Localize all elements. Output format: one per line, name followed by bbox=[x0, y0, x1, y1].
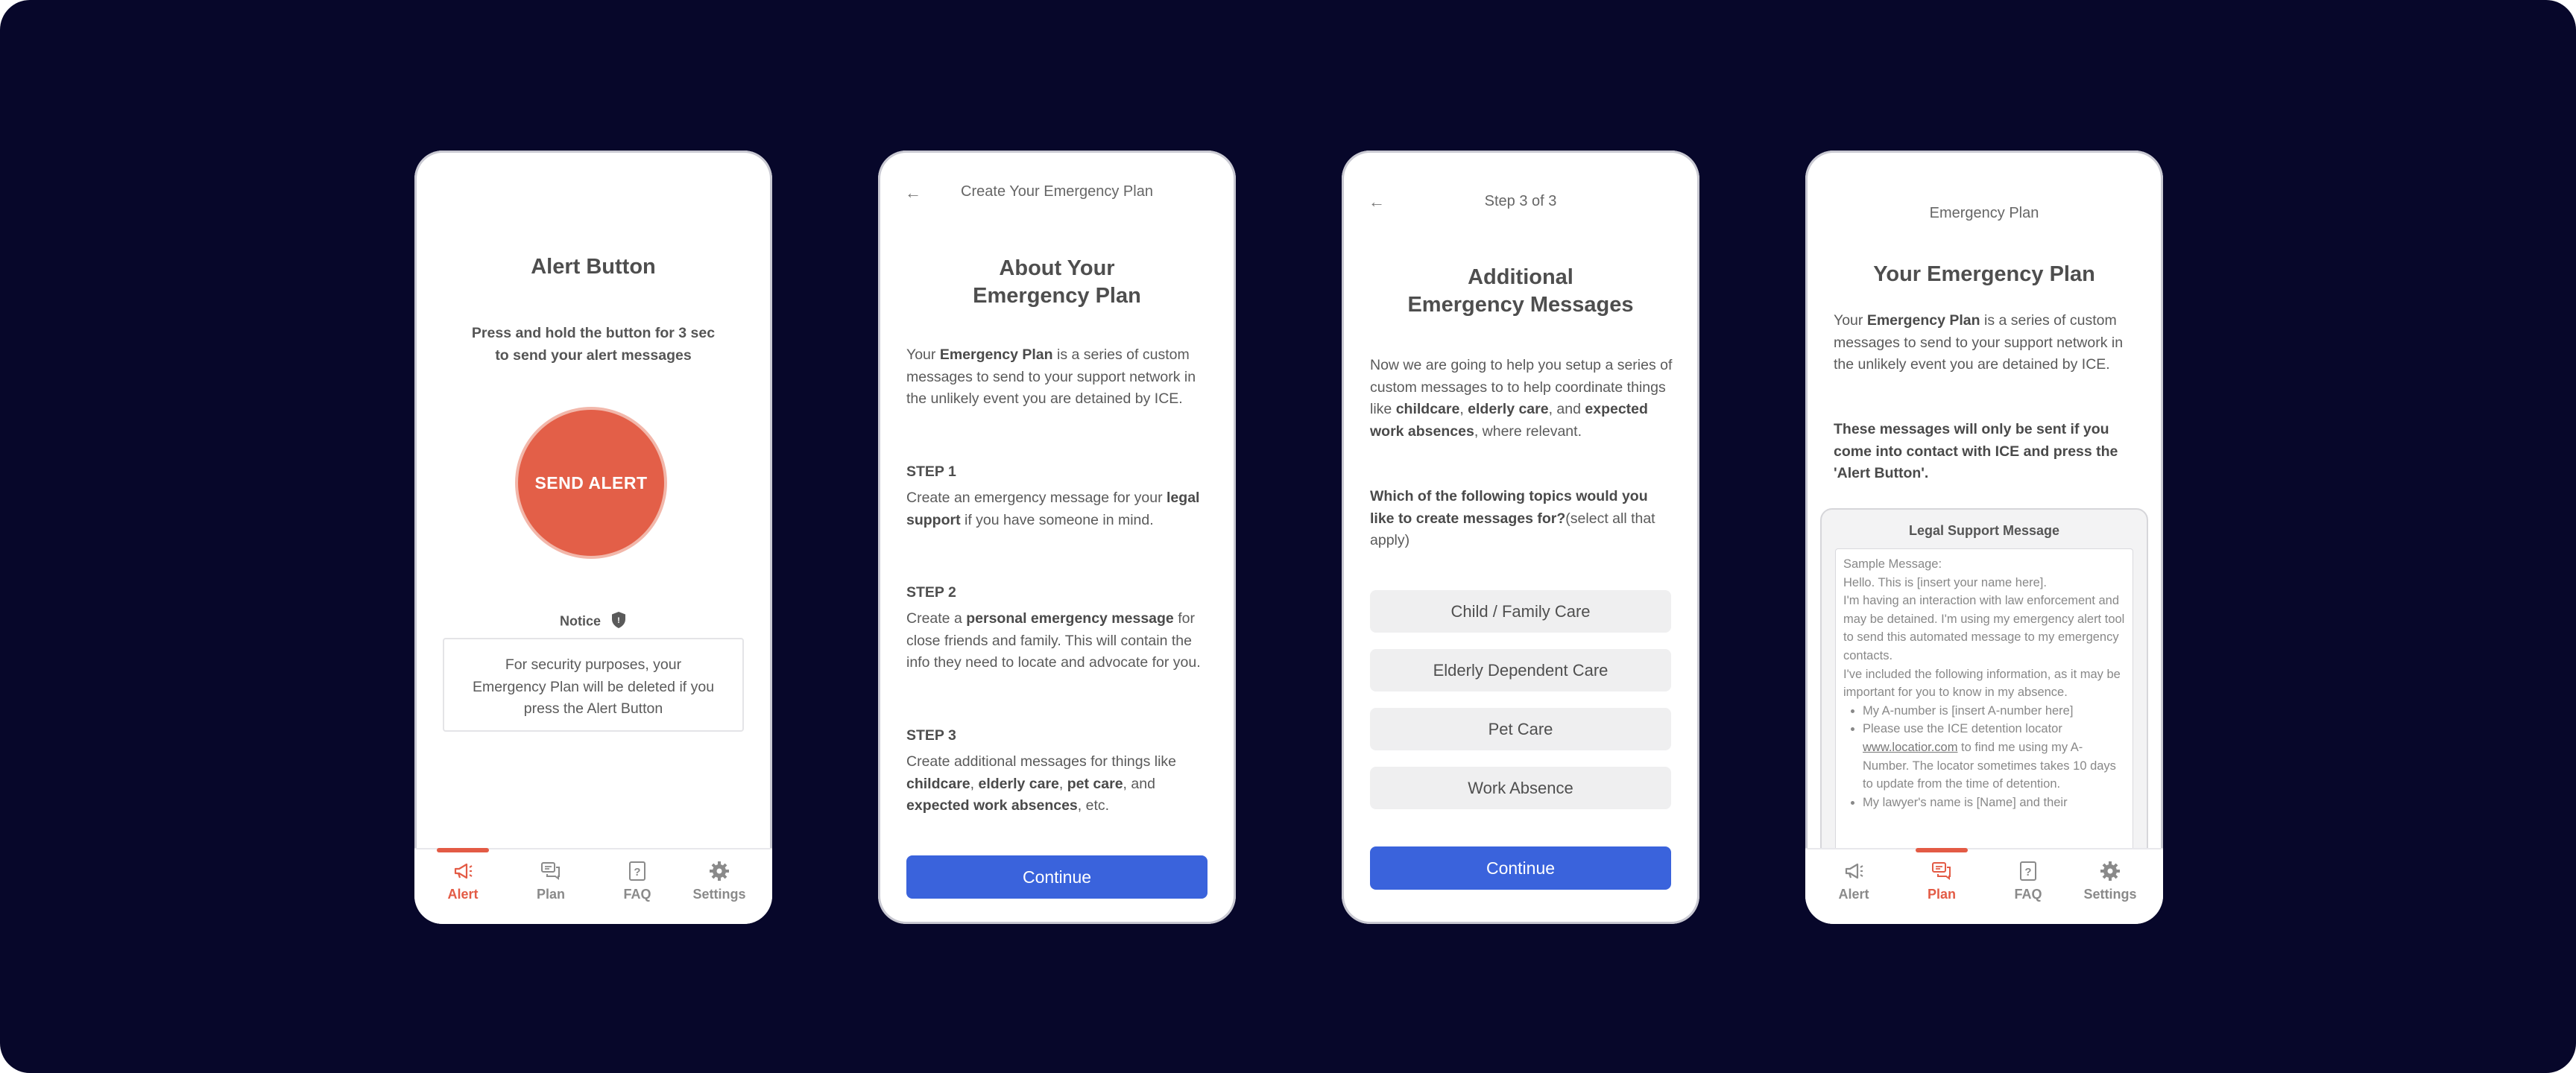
option-child-family-care[interactable]: Child / Family Care bbox=[1370, 590, 1671, 633]
nav-tab-alert[interactable]: Alert bbox=[422, 848, 504, 924]
page-title: Alert Button bbox=[531, 255, 656, 279]
svg-text:?: ? bbox=[634, 866, 640, 879]
sample-message-field[interactable]: Sample Message: Hello. This is [insert y… bbox=[1835, 548, 2133, 882]
option-pet-care[interactable]: Pet Care bbox=[1370, 708, 1671, 750]
sample-label: Sample Message: bbox=[1843, 557, 1942, 571]
gear-icon bbox=[708, 860, 730, 882]
sample-line: Hello. This is [insert your name here]. bbox=[1843, 575, 2047, 589]
title-line-1: Additional bbox=[1468, 265, 1573, 289]
screen-header: Create Your Emergency Plan bbox=[961, 183, 1153, 200]
intro-paragraph: Your Emergency Plan is a series of custo… bbox=[906, 346, 1196, 407]
legal-card-title: Legal Support Message bbox=[1908, 523, 2060, 538]
step-1-heading: STEP 1 bbox=[906, 463, 956, 480]
megaphone-icon bbox=[1843, 860, 1865, 882]
continue-button[interactable]: Continue bbox=[1370, 846, 1671, 890]
notice-message: For security purposes, your Emergency Pl… bbox=[443, 638, 744, 732]
active-indicator bbox=[1916, 848, 1968, 852]
instruction-text: Press and hold the button for 3 sec to s… bbox=[414, 322, 772, 367]
send-alert-button[interactable]: SEND ALERT bbox=[518, 410, 664, 556]
step-1-text: Create an emergency message for your leg… bbox=[906, 490, 1200, 528]
step-2-text: Create a personal emergency message for … bbox=[906, 610, 1201, 671]
locator-link[interactable]: www.locatior.com bbox=[1863, 741, 1957, 754]
warning-text: These messages will only be sent if you … bbox=[1834, 421, 2118, 481]
instruction-line-1: Press and hold the button for 3 sec bbox=[471, 325, 716, 341]
megaphone-icon bbox=[452, 860, 474, 882]
question-icon: ? bbox=[626, 860, 648, 882]
shield-icon[interactable]: ! bbox=[610, 611, 627, 633]
chat-icon bbox=[1931, 860, 1953, 882]
nav-label-settings: Settings bbox=[692, 887, 746, 902]
screen-header: Emergency Plan bbox=[1929, 205, 2039, 221]
bottom-nav: Alert Plan ? FAQ Settings bbox=[1805, 848, 2163, 924]
svg-text:!: ! bbox=[617, 616, 620, 625]
nav-tab-settings[interactable]: Settings bbox=[678, 849, 760, 924]
page-title: Your Emergency Plan bbox=[1873, 262, 2095, 286]
sample-line: I'm having an interaction with law enfor… bbox=[1843, 594, 2125, 662]
option-work-absence[interactable]: Work Absence bbox=[1370, 767, 1671, 809]
legal-support-message-card[interactable]: Legal Support Message Sample Message: He… bbox=[1820, 508, 2148, 884]
nav-label-plan: Plan bbox=[1927, 887, 1956, 902]
intro-paragraph: Now we are going to help you setup a ser… bbox=[1370, 357, 1673, 440]
nav-label-alert: Alert bbox=[1838, 887, 1869, 902]
phone-screen-your-plan: Emergency Plan Your Emergency Plan Your … bbox=[1805, 151, 2163, 924]
chat-icon bbox=[540, 860, 562, 882]
step-3-text: Create additional messages for things li… bbox=[906, 753, 1177, 814]
phone-screen-alert: Alert Button Press and hold the button f… bbox=[414, 151, 772, 924]
nav-tab-faq[interactable]: ? FAQ bbox=[1987, 849, 2069, 924]
intro-paragraph: Your Emergency Plan is a series of custo… bbox=[1834, 312, 2124, 373]
step-indicator: Step 3 of 3 bbox=[1484, 193, 1557, 209]
bottom-nav: Alert Plan ? FAQ Settings bbox=[414, 848, 772, 924]
instruction-line-2: to send your alert messages bbox=[495, 347, 692, 364]
nav-tab-plan[interactable]: Plan bbox=[510, 849, 592, 924]
gear-icon bbox=[2099, 860, 2121, 882]
nav-tab-alert[interactable]: Alert bbox=[1813, 849, 1895, 924]
nav-tab-settings[interactable]: Settings bbox=[2069, 849, 2151, 924]
step-2-heading: STEP 2 bbox=[906, 584, 956, 601]
nav-label-settings: Settings bbox=[2083, 887, 2137, 902]
nav-tab-faq[interactable]: ? FAQ bbox=[596, 849, 678, 924]
sample-list: My A-number is [insert A-number here] Pl… bbox=[1843, 702, 2125, 812]
title-line-1: About Your bbox=[999, 256, 1115, 280]
notice-header: Notice ! bbox=[414, 611, 772, 633]
phone-screen-about-plan: ← Create Your Emergency Plan About Your … bbox=[878, 151, 1236, 924]
nav-label-alert: Alert bbox=[447, 887, 479, 902]
page-title: Additional Emergency Messages bbox=[1342, 264, 1699, 319]
title-line-2: Emergency Plan bbox=[973, 284, 1141, 308]
nav-tab-plan[interactable]: Plan bbox=[1901, 848, 1983, 924]
title-line-2: Emergency Messages bbox=[1407, 293, 1634, 317]
notice-label: Notice bbox=[559, 613, 601, 629]
page-title: About Your Emergency Plan bbox=[878, 255, 1236, 310]
sample-line: I've included the following information,… bbox=[1843, 667, 2121, 700]
list-item: My A-number is [insert A-number here] bbox=[1863, 702, 2125, 721]
option-elderly-dependent-care[interactable]: Elderly Dependent Care bbox=[1370, 649, 1671, 691]
list-item: My lawyer's name is [Name] and their bbox=[1863, 794, 2125, 812]
question-icon: ? bbox=[2017, 860, 2039, 882]
nav-label-plan: Plan bbox=[536, 887, 565, 902]
topics-question: Which of the following topics would you … bbox=[1370, 488, 1655, 548]
nav-label-faq: FAQ bbox=[623, 887, 651, 902]
background-canvas: Alert Button Press and hold the button f… bbox=[0, 0, 2576, 1073]
step-3-heading: STEP 3 bbox=[906, 727, 956, 744]
svg-text:?: ? bbox=[2024, 866, 2031, 879]
active-indicator bbox=[437, 848, 489, 852]
nav-label-faq: FAQ bbox=[2014, 887, 2042, 902]
list-item: Please use the ICE detention locator www… bbox=[1863, 720, 2125, 793]
phone-screen-additional-messages: ← Step 3 of 3 Additional Emergency Messa… bbox=[1342, 151, 1699, 924]
continue-button[interactable]: Continue bbox=[906, 855, 1208, 899]
